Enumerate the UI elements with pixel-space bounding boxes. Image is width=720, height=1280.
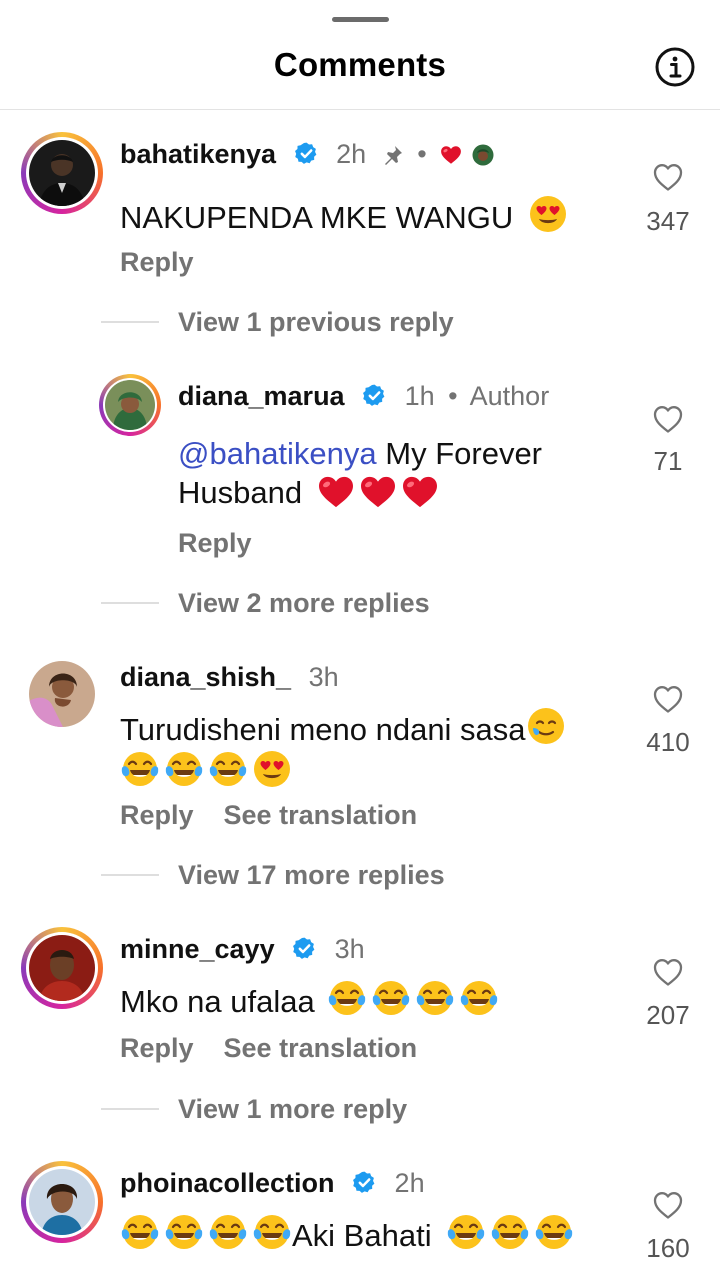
red-heart-emoji (401, 475, 439, 509)
comment-actions: Reply (178, 527, 252, 559)
heart-eyes-emoji (252, 749, 292, 789)
view-replies-button[interactable]: View 17 more replies (178, 860, 445, 891)
comment-text: Turudisheni meno ndani sasa (120, 706, 620, 792)
comment-text: Mko na ufalaa (120, 978, 499, 1021)
red-heart-emoji (359, 475, 397, 509)
username[interactable]: phoinacollection (120, 1168, 335, 1198)
view-replies-button[interactable]: View 2 more replies (178, 588, 430, 619)
heart-outline-icon[interactable] (652, 404, 684, 434)
username[interactable]: diana_marua (178, 381, 345, 411)
reply-button[interactable]: Reply (120, 1033, 194, 1063)
tears-of-joy-emoji (371, 978, 411, 1018)
comment-text: NAKUPENDA MKE WANGU (120, 194, 568, 237)
like-count: 160 (646, 1233, 690, 1263)
comment-actions: Reply See translation (120, 799, 417, 831)
pin-icon (384, 146, 402, 165)
avatar[interactable] (21, 132, 103, 214)
tears-of-joy-emoji (164, 1212, 204, 1252)
separator-dot: • (417, 139, 427, 169)
tears-of-joy-emoji (490, 1212, 530, 1252)
verified-badge-icon (292, 936, 317, 961)
comment-actions: Reply (120, 246, 194, 278)
sheet-title: Comments (273, 46, 447, 83)
username[interactable]: bahatikenya (120, 139, 276, 169)
tears-of-joy-emoji (459, 978, 499, 1018)
tears-of-joy-emoji (120, 749, 160, 789)
red-heart-emoji (317, 475, 355, 509)
mention-link[interactable]: @bahatikenya (178, 436, 377, 471)
heart-outline-icon[interactable] (652, 957, 684, 987)
tears-of-joy-emoji (415, 978, 455, 1018)
header-divider (0, 109, 720, 110)
view-replies-line (101, 321, 159, 323)
tears-of-joy-emoji (252, 1212, 292, 1252)
view-replies-button[interactable]: View 1 previous reply (178, 307, 454, 338)
view-replies-line (101, 1108, 159, 1110)
tears-of-joy-emoji (327, 978, 367, 1018)
like-count: 207 (646, 1000, 690, 1030)
see-translation-button[interactable]: See translation (224, 800, 418, 830)
view-replies-button[interactable]: View 1 more reply (178, 1094, 407, 1125)
comment-text: Aki Bahati (120, 1212, 574, 1255)
reply-button[interactable]: Reply (120, 800, 194, 830)
comment-actions: Reply See translation (120, 1032, 417, 1064)
heart-outline-icon[interactable] (652, 1190, 684, 1220)
drag-handle[interactable] (332, 17, 389, 22)
author-mini-avatar (472, 144, 494, 166)
tears-of-joy-emoji (164, 749, 204, 789)
view-replies-line (101, 602, 159, 604)
comment-text: @bahatikenya My Forever Husband (178, 436, 543, 510)
verified-badge-icon (362, 383, 387, 408)
tears-of-joy-emoji (120, 1212, 160, 1252)
like-count: 347 (646, 206, 690, 236)
like-count: 71 (653, 446, 683, 476)
heart-outline-icon[interactable] (652, 684, 684, 714)
comment-meta: bahatikenya 2h • (120, 138, 494, 170)
comments-sheet: Comments bahatikenya 2h • NAKUPENDA MKE … (0, 0, 720, 1280)
reply-button[interactable]: Reply (178, 528, 252, 558)
comment-meta: diana_marua 1h • Author (178, 380, 549, 412)
avatar[interactable] (21, 1161, 103, 1243)
comment-meta: minne_cayy 3h (120, 933, 365, 965)
avatar[interactable] (21, 927, 103, 1009)
author-label: Author (469, 381, 550, 411)
comment-meta: diana_shish_ 3h (120, 661, 339, 693)
timestamp: 3h (308, 662, 339, 692)
avatar[interactable] (29, 661, 95, 727)
info-icon[interactable] (654, 46, 696, 88)
view-replies-line (101, 874, 159, 876)
verified-badge-icon (352, 1170, 377, 1195)
tears-of-joy-emoji (208, 1212, 248, 1252)
separator-dot: • (448, 381, 458, 411)
comment-meta: phoinacollection 2h (120, 1167, 425, 1199)
author-liked-heart-icon (440, 145, 462, 165)
tears-of-joy-emoji (534, 1212, 574, 1252)
timestamp: 2h (336, 139, 367, 169)
verified-badge-icon (294, 141, 319, 166)
heart-eyes-emoji (528, 194, 568, 234)
like-count: 410 (646, 727, 690, 757)
smiling-face-with-tear-emoji (526, 706, 566, 746)
timestamp: 3h (334, 934, 365, 964)
avatar[interactable] (99, 374, 161, 436)
timestamp: 1h (404, 381, 435, 411)
username[interactable]: diana_shish_ (120, 662, 291, 692)
reply-button[interactable]: Reply (120, 247, 194, 277)
heart-outline-icon[interactable] (652, 162, 684, 192)
tears-of-joy-emoji (208, 749, 248, 789)
timestamp: 2h (394, 1168, 425, 1198)
see-translation-button[interactable]: See translation (224, 1033, 418, 1063)
tears-of-joy-emoji (446, 1212, 486, 1252)
username[interactable]: minne_cayy (120, 934, 275, 964)
